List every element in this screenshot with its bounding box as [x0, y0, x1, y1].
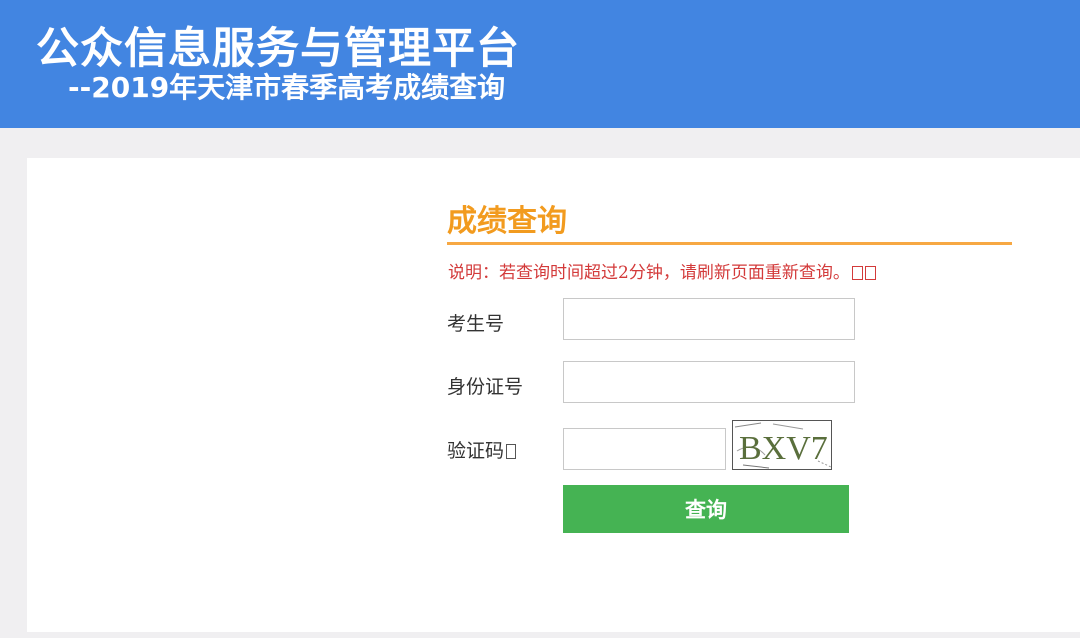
captcha-label: 验证码 — [447, 440, 505, 462]
missing-glyph-icon — [864, 266, 876, 280]
missing-glyph-icon — [506, 444, 517, 459]
section-divider — [447, 242, 1012, 245]
captcha-text: BXV7 — [739, 430, 828, 467]
captcha-image[interactable]: BXV7 — [732, 420, 832, 470]
platform-subtitle: --2019年天津市春季高考成绩查询 — [68, 71, 506, 104]
header-banner: 公众信息服务与管理平台 --2019年天津市春季高考成绩查询 — [0, 0, 1080, 128]
missing-glyph-icon — [851, 266, 863, 280]
notice-message: 说明：若查询时间超过2分钟，请刷新页面重新查询。 — [448, 263, 850, 283]
captcha-label-row: 验证码 — [447, 436, 517, 463]
id-number-label: 身份证号 — [447, 376, 524, 398]
section-title: 成绩查询 — [447, 204, 567, 239]
captcha-image-noise: BXV7 — [734, 422, 831, 469]
query-button[interactable]: 查询 — [563, 485, 849, 533]
query-panel: 成绩查询 说明：若查询时间超过2分钟，请刷新页面重新查询。 考生号 身份证号 验… — [27, 158, 1080, 632]
exam-number-input[interactable] — [563, 298, 855, 340]
exam-number-label: 考生号 — [447, 313, 505, 335]
captcha-input[interactable] — [563, 428, 726, 470]
id-number-input[interactable] — [563, 361, 855, 403]
notice-text: 说明：若查询时间超过2分钟，请刷新页面重新查询。 — [448, 258, 876, 283]
